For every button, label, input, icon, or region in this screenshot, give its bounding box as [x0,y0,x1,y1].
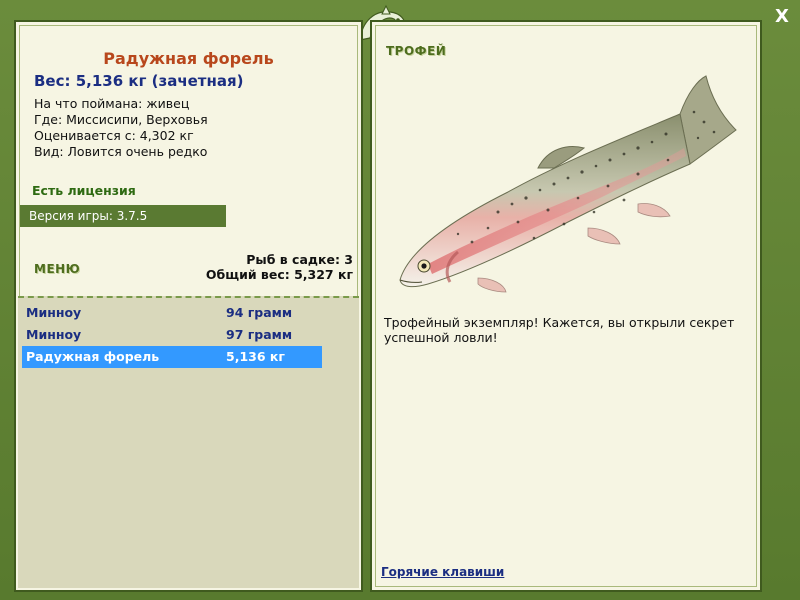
bait-info: На что поймана: живец [34,96,190,111]
catch-list: Минноу 94 грамм Минноу 97 грамм Радужная… [18,296,359,588]
keepnet-total-weight: Общий вес: 5,327 кг [205,267,353,282]
catch-weight: 97 грамм [226,327,293,342]
value-info: Оценивается с: 4,302 кг [34,128,194,143]
close-button[interactable]: X [771,6,793,28]
catch-name: Радужная форель [26,349,160,364]
catch-list-item[interactable]: Минноу 97 грамм [22,324,322,346]
game-window-frame: X Радужная форель Вес: 5,136 кг (зачетна… [0,0,800,600]
catch-list-item-selected[interactable]: Радужная форель 5,136 кг [22,346,322,368]
rarity-info: Вид: Ловится очень редко [34,144,208,159]
trophy-panel: ТРОФЕЙ Трофейный экземпляр! Кажется, вы … [370,20,762,592]
trophy-message: Трофейный экземпляр! Кажется, вы открыли… [384,315,735,345]
catch-name: Минноу [26,327,82,342]
rainbow-trout-image [399,75,737,293]
menu-button[interactable]: МЕНЮ [34,262,80,276]
fish-weight: Вес: 5,136 кг (зачетная) [34,72,244,90]
catch-name: Минноу [26,305,82,320]
catch-weight: 94 грамм [226,305,293,320]
license-status: Есть лицензия [32,183,136,198]
hotkeys-link[interactable]: Горячие клавиши [381,565,504,579]
fish-info-panel: Радужная форель Вес: 5,136 кг (зачетная)… [14,20,363,592]
fish-title: Радужная форель [103,49,274,68]
location-info: Где: Миссисипи, Верховья [34,112,208,127]
game-version-bar: Версия игры: 3.7.5 [20,205,226,227]
keepnet-count: Рыб в садке: 3 [246,252,353,267]
catch-list-item[interactable]: Минноу 94 грамм [22,302,322,324]
catch-weight: 5,136 кг [226,349,285,364]
